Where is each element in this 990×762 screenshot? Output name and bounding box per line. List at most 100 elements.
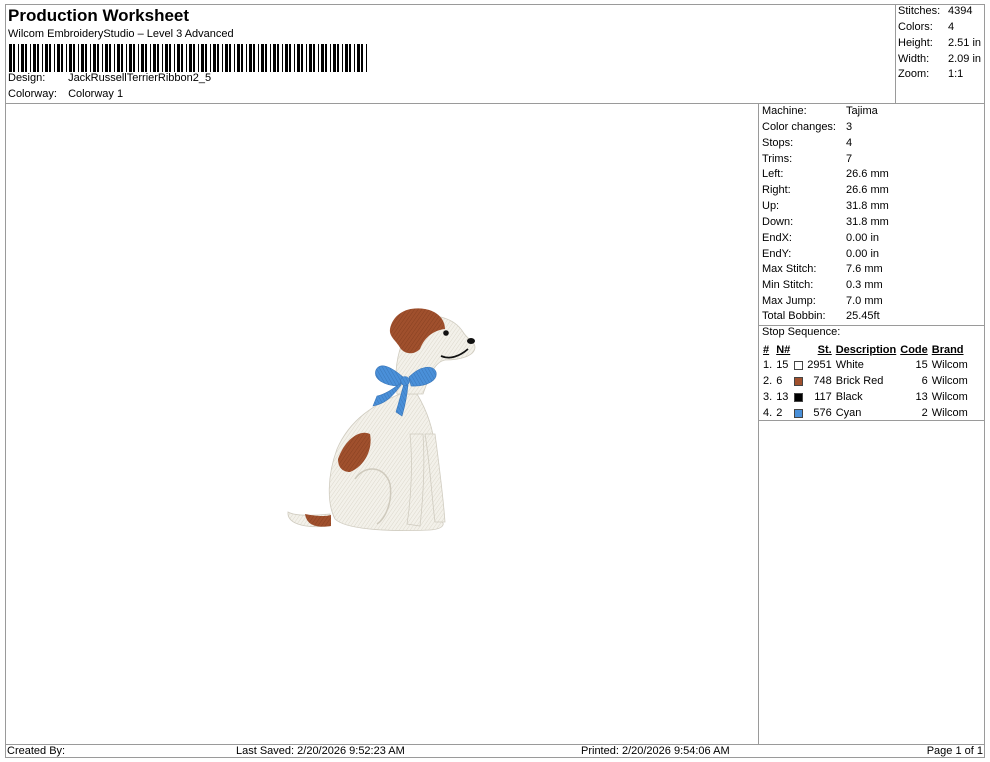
worksheet-header: Production Worksheet Wilcom EmbroiderySt…	[5, 4, 896, 104]
last-saved: Last Saved: 2/20/2026 9:52:23 AM	[236, 745, 405, 757]
row-code: 15	[915, 359, 928, 371]
software-subtitle: Wilcom EmbroideryStudio – Level 3 Advanc…	[8, 28, 234, 40]
spec-up: Up: 31.8 mm	[762, 200, 889, 212]
spec-label: Stops:	[762, 137, 794, 149]
width-value: 2.09 in	[948, 53, 982, 65]
spec-total-bobbin: Total Bobbin: 25.45ft	[762, 310, 880, 322]
design-preview	[5, 104, 759, 744]
spec-label: Max Jump:	[762, 295, 816, 307]
printed-date: Printed: 2/20/2026 9:54:06 AM	[581, 745, 730, 757]
spec-label: Up:	[762, 200, 780, 212]
spec-label: EndY:	[762, 248, 792, 260]
spec-machine: Machine: Tajima	[762, 105, 878, 117]
spec-value: 7	[846, 153, 853, 165]
stop-sequence-heading: Stop Sequence:	[762, 326, 841, 338]
stitches-value: 4394	[948, 5, 973, 17]
row-code: 13	[915, 391, 928, 403]
spec-value: 31.8 mm	[846, 216, 889, 228]
spec-label: Total Bobbin:	[762, 310, 826, 322]
zoom-label: Zoom:	[898, 68, 930, 80]
row-brand: Wilcom	[931, 375, 968, 387]
design-label: Design:	[8, 72, 46, 84]
width-row: Width: 2.09 in	[898, 53, 981, 65]
spec-value: 7.0 mm	[846, 295, 883, 307]
spec-value: 0.00 in	[846, 248, 880, 260]
color-swatch	[794, 360, 804, 370]
spec-left: Left: 26.6 mm	[762, 168, 889, 180]
spec-value: 0.3 mm	[846, 279, 883, 291]
spec-value: 26.6 mm	[846, 184, 889, 196]
embroidery-dog-illustration	[287, 308, 476, 531]
specification-panel: Machine: Tajima Color changes: 3 Stops: 4 T…	[759, 104, 985, 744]
col-description: Description	[835, 343, 897, 356]
spec-label: Right:	[762, 184, 791, 196]
row-index: 3.	[763, 391, 773, 403]
row-needle: 6	[776, 375, 783, 387]
col-brand: Brand	[931, 343, 964, 356]
row-code: 6	[921, 375, 928, 387]
height-label: Height:	[898, 37, 933, 49]
colorway-label: Colorway:	[8, 88, 57, 100]
spec-value: 25.45ft	[846, 310, 880, 322]
zoom-value: 1:1	[948, 68, 964, 80]
spec-label: Machine:	[762, 105, 807, 117]
table-header-row: # N# St. Description Code Brand	[761, 342, 970, 357]
height-value: 2.51 in	[948, 37, 982, 49]
spec-color-changes: Color changes: 3	[762, 121, 852, 133]
created-by: Created By:	[7, 745, 66, 757]
stop-sequence-table: # N# St. Description Code Brand 1. 15 2951…	[761, 342, 970, 421]
spec-label: Down:	[762, 216, 794, 228]
col-index: #	[763, 343, 770, 356]
design-summary: Stitches: 4394 Colors: 4 Height: 2.51 in Wi…	[896, 4, 985, 104]
row-stitches: 576	[813, 407, 832, 419]
row-index: 1.	[763, 359, 773, 371]
width-label: Width:	[898, 53, 930, 65]
color-swatch	[794, 376, 804, 386]
swatch-cell	[792, 373, 805, 389]
barcode	[9, 44, 367, 72]
spec-value: 4	[846, 137, 853, 149]
colors-row: Colors: 4	[898, 21, 954, 33]
row-index: 2.	[763, 375, 773, 387]
worksheet-footer: Created By: Last Saved: 2/20/2026 9:52:2…	[5, 744, 985, 758]
row-needle: 2	[776, 407, 783, 419]
colorway-value: Colorway 1	[68, 88, 124, 100]
row-stitches: 748	[813, 375, 832, 387]
row-description: Brick Red	[835, 375, 884, 387]
spec-max-jump: Max Jump: 7.0 mm	[762, 295, 883, 307]
divider	[759, 420, 985, 421]
table-row: 4. 2 576 Cyan 2 Wilcom	[761, 405, 970, 421]
col-swatch	[792, 342, 805, 357]
col-code: Code	[900, 343, 928, 356]
row-stitches: 117	[814, 391, 832, 403]
row-brand: Wilcom	[931, 407, 968, 419]
colorway-row: Colorway: Colorway 1	[8, 88, 123, 100]
row-description: White	[835, 359, 864, 371]
table-row: 3. 13 117 Black 13 Wilcom	[761, 389, 970, 405]
colors-value: 4	[948, 21, 955, 33]
spec-value: 0.00 in	[846, 232, 880, 244]
height-row: Height: 2.51 in	[898, 37, 981, 49]
spec-label: Trims:	[762, 153, 793, 165]
spec-trims: Trims: 7	[762, 153, 852, 165]
spec-right: Right: 26.6 mm	[762, 184, 889, 196]
swatch-cell	[792, 405, 805, 421]
spec-value: Tajima	[846, 105, 878, 117]
spec-label: Color changes:	[762, 121, 836, 133]
spec-stops: Stops: 4	[762, 137, 852, 149]
spec-min-stitch: Min Stitch: 0.3 mm	[762, 279, 883, 291]
spec-value: 3	[846, 121, 853, 133]
color-swatch	[794, 392, 804, 402]
stitches-label: Stitches:	[898, 5, 941, 17]
spec-label: EndX:	[762, 232, 792, 244]
row-description: Cyan	[835, 407, 862, 419]
colors-label: Colors:	[898, 21, 933, 33]
row-needle: 15	[776, 359, 789, 371]
spec-label: Min Stitch:	[762, 279, 814, 291]
spec-endy: EndY: 0.00 in	[762, 248, 879, 260]
row-index: 4.	[763, 407, 773, 419]
design-value: JackRussellTerrierRibbon2_5	[68, 72, 212, 84]
row-code: 2	[921, 407, 928, 419]
row-needle: 13	[776, 391, 789, 403]
row-brand: Wilcom	[931, 359, 968, 371]
